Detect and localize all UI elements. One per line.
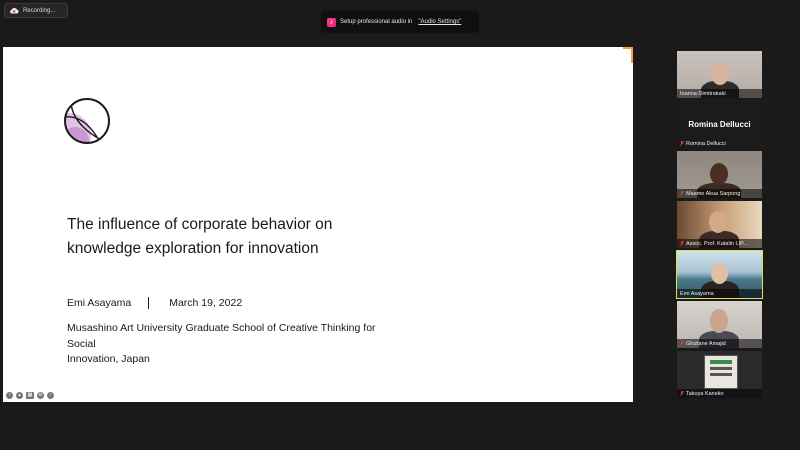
share-border-marker: [631, 47, 633, 63]
author-date-row: Emi Asayama March 19, 2022: [67, 297, 242, 309]
mic-muted-icon: [680, 191, 684, 196]
share-border-marker-top: [623, 47, 633, 49]
participant-tile[interactable]: Ioanna Dimitrakaki: [677, 51, 762, 98]
next-slide-icon[interactable]: ›: [47, 392, 54, 399]
participant-name: Ioanna Dimitrakaki: [680, 90, 726, 97]
participant-tile[interactable]: Assoc. Prof. Katalin LIP...: [677, 201, 762, 248]
presentation-date: March 19, 2022: [169, 297, 243, 309]
slide-controls: ‹ ▴ ▦ ⊖ ›: [6, 392, 54, 399]
slide-title: The influence of corporate behavior on k…: [67, 213, 332, 261]
mic-muted-icon: [680, 391, 684, 396]
participant-video-detail: [710, 367, 732, 370]
previous-slide-icon[interactable]: ‹: [6, 392, 13, 399]
divider: [148, 297, 150, 309]
recording-indicator[interactable]: Recording...: [4, 3, 68, 18]
mic-muted-icon: [680, 241, 684, 246]
slide-title-line1: The influence of corporate behavior on: [67, 216, 333, 233]
participant-video-detail: [710, 373, 732, 376]
university-logo: [64, 98, 110, 144]
zoom-meeting-window: Recording... ♪ Setup professional audio …: [0, 0, 800, 450]
cloud-record-icon: [10, 8, 19, 14]
participant-tile[interactable]: Romina Dellucci Romina Dellucci: [677, 101, 762, 148]
participant-name: Romina Dellucci: [686, 140, 726, 147]
author-name: Emi Asayama: [67, 297, 132, 309]
slide-title-line2: knowledge exploration for innovation: [67, 240, 319, 257]
participant-name: Takuya Kaneko: [686, 390, 724, 397]
pointer-icon[interactable]: ▴: [16, 392, 23, 399]
affiliation-line2: Innovation, Japan: [67, 353, 150, 365]
zoom-icon[interactable]: ⊖: [37, 392, 44, 399]
slides-grid-icon[interactable]: ▦: [26, 392, 34, 399]
participant-tile[interactable]: Takuya Kaneko: [677, 351, 762, 398]
participant-video-detail: [710, 360, 732, 364]
music-note-icon: ♪: [327, 17, 336, 27]
participant-tile[interactable]: Maame Akua Sarpong: [677, 151, 762, 198]
participant-name: Emi Asayama: [680, 290, 714, 297]
mic-muted-icon: [680, 341, 684, 346]
participant-name: Ghizlane Amajid: [686, 340, 726, 347]
participant-tile[interactable]: Ghizlane Amajid: [677, 301, 762, 348]
participant-tile-active-speaker[interactable]: Emi Asayama: [676, 250, 763, 299]
banner-text: Setup professional audio in: [340, 19, 413, 25]
affiliation-line1: Musashino Art University Graduate School…: [67, 322, 376, 350]
audio-settings-link[interactable]: "Audio Settings": [418, 19, 461, 25]
recording-label: Recording...: [23, 7, 56, 14]
participant-name: Maame Akua Sarpong: [686, 190, 741, 197]
participant-name: Assoc. Prof. Katalin LIP...: [686, 240, 748, 247]
participant-display-name: Romina Dellucci: [688, 120, 751, 129]
affiliation: Musashino Art University Graduate School…: [67, 321, 407, 368]
audio-settings-banner: ♪ Setup professional audio in "Audio Set…: [321, 11, 479, 33]
shared-screen-slide: The influence of corporate behavior on k…: [3, 47, 633, 402]
mic-muted-icon: [680, 141, 684, 146]
